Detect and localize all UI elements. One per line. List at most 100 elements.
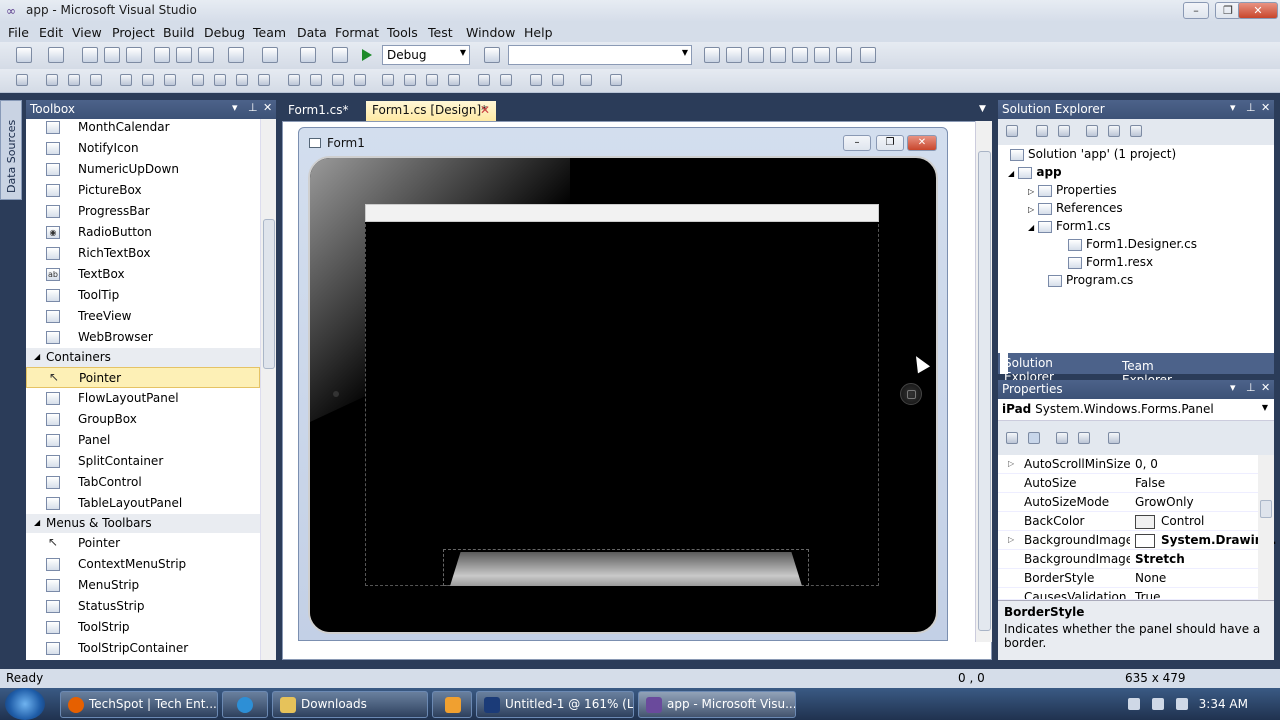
tree-node-form1-resx[interactable]: Form1.resx (1068, 255, 1153, 269)
tab-order-icon[interactable] (580, 74, 592, 86)
save-all-icon[interactable] (126, 47, 142, 63)
view-designer-icon[interactable] (1108, 125, 1120, 137)
property-row[interactable]: BorderStyle None (998, 569, 1274, 588)
toolbox-item[interactable]: ◉ RadioButton (26, 222, 260, 243)
toolbox-item[interactable]: WebBrowser (26, 327, 260, 348)
bring-to-front-icon[interactable] (530, 74, 542, 86)
redo-icon[interactable] (262, 47, 278, 63)
make-same-width-icon[interactable] (192, 74, 204, 86)
new-project-icon[interactable] (16, 47, 32, 63)
align-to-grid-icon[interactable] (16, 74, 28, 86)
navigate-forward-icon[interactable] (332, 47, 348, 63)
start-debugging-icon[interactable] (362, 49, 372, 61)
form-close-button[interactable]: ✕ (907, 135, 937, 151)
menu-tools[interactable]: Tools (387, 25, 418, 40)
vertical-spacing-equal-icon[interactable] (382, 74, 394, 86)
horizontal-spacing-equal-icon[interactable] (288, 74, 300, 86)
close-tab-icon[interactable]: ✕ (480, 103, 490, 117)
toolbox-item[interactable]: TabControl (26, 472, 260, 493)
toolbox-category-containers[interactable]: ◢ Containers (26, 348, 260, 367)
horizontal-spacing-remove-icon[interactable] (354, 74, 366, 86)
toolbox-item[interactable]: ToolStrip (26, 617, 260, 638)
menu-project[interactable]: Project (112, 25, 155, 40)
minimize-button[interactable]: – (1183, 2, 1209, 19)
vertical-spacing-remove-icon[interactable] (448, 74, 460, 86)
toolbox-item[interactable]: PictureBox (26, 180, 260, 201)
align-tops-icon[interactable] (120, 74, 132, 86)
properties-icon[interactable] (1006, 125, 1018, 137)
toolbox-item[interactable]: ↖ Pointer (26, 533, 260, 554)
undo-icon[interactable] (228, 47, 244, 63)
close-button[interactable]: ✕ (1238, 2, 1278, 19)
command-window-icon[interactable] (860, 47, 876, 63)
taskbar-photoshop[interactable]: Untitled-1 @ 161% (L... (476, 691, 634, 718)
object-browser-icon[interactable] (748, 47, 764, 63)
close-icon[interactable]: ✕ (263, 101, 272, 114)
navigate-back-icon[interactable] (300, 47, 316, 63)
toolbox-scrollbar[interactable] (260, 119, 276, 660)
find-in-files-icon[interactable] (484, 47, 500, 63)
taskbar-media-player[interactable] (432, 691, 472, 718)
menu-view[interactable]: View (72, 25, 102, 40)
find-combo[interactable]: ▼ (508, 45, 692, 65)
tree-project-app[interactable]: ◢ app (1008, 165, 1062, 179)
auto-hide-pin-icon[interactable]: ⊥ (1246, 101, 1256, 114)
window-position-icon[interactable]: ▾ (1230, 101, 1236, 114)
menu-file[interactable]: File (8, 25, 29, 40)
start-button-icon[interactable] (5, 688, 45, 720)
menu-help[interactable]: Help (524, 25, 553, 40)
scrollbar-thumb[interactable] (1260, 500, 1272, 518)
make-same-height-icon[interactable] (236, 74, 248, 86)
align-lefts-icon[interactable] (46, 74, 58, 86)
property-row[interactable]: AutoSizeMode GrowOnly (998, 493, 1274, 512)
menu-test[interactable]: Test (428, 25, 453, 40)
properties-scrollbar[interactable] (1258, 455, 1274, 600)
menu-format[interactable]: Format (335, 25, 379, 40)
center-horizontally-icon[interactable] (478, 74, 490, 86)
menu-debug[interactable]: Debug (204, 25, 245, 40)
taskbar-ie[interactable] (222, 691, 268, 718)
vertical-spacing-increase-icon[interactable] (404, 74, 416, 86)
align-bottoms-icon[interactable] (164, 74, 176, 86)
network-icon[interactable] (1128, 698, 1140, 710)
window-position-icon[interactable]: ▾ (232, 101, 238, 114)
center-vertically-icon[interactable] (500, 74, 512, 86)
alphabetical-icon[interactable] (1028, 432, 1040, 444)
align-middles-icon[interactable] (142, 74, 154, 86)
toolbox-item[interactable]: ab TextBox (26, 264, 260, 285)
form-maximize-button[interactable]: ❐ (876, 135, 904, 151)
toolbox-item[interactable]: TableLayoutPanel (26, 493, 260, 514)
property-row[interactable]: CausesValidation True (998, 588, 1274, 600)
properties-window-icon[interactable] (726, 47, 742, 63)
scrollbar-thumb[interactable] (978, 151, 991, 631)
tab-solution-explorer[interactable]: Solution Explorer (1000, 353, 1054, 384)
property-object-select[interactable]: iPad System.Windows.Forms.Panel ▼ (998, 399, 1274, 421)
menu-data[interactable]: Data (297, 25, 327, 40)
view-class-diagram-icon[interactable] (1130, 125, 1142, 137)
property-row[interactable]: BackColor Control (998, 512, 1274, 531)
taskbar-visual-studio[interactable]: app - Microsoft Visu... (638, 691, 796, 718)
toolbox-item[interactable]: RichTextBox (26, 243, 260, 264)
refresh-icon[interactable] (1058, 125, 1070, 137)
form-minimize-button[interactable]: – (843, 135, 871, 151)
tree-node-references[interactable]: ▷ References (1028, 201, 1123, 215)
close-icon[interactable]: ✕ (1261, 101, 1270, 114)
data-sources-side-tab[interactable]: Data Sources (0, 100, 22, 200)
open-icon[interactable] (82, 47, 98, 63)
tree-solution-root[interactable]: Solution 'app' (1 project) (1010, 147, 1176, 161)
ipad-screen-panel[interactable] (365, 204, 879, 586)
ipad-dock-panel[interactable] (443, 549, 809, 586)
toolbox-item[interactable]: MenuStrip (26, 575, 260, 596)
toolbox-item[interactable]: FlowLayoutPanel (26, 388, 260, 409)
tab-form1-cs[interactable]: Form1.cs* (282, 101, 355, 121)
volume-icon[interactable] (1152, 698, 1164, 710)
property-row[interactable]: BackgroundImageLaStretch (998, 550, 1274, 569)
events-lightning-icon[interactable] (1078, 432, 1090, 444)
tab-overflow-icon[interactable]: ▼ (979, 104, 986, 114)
property-row[interactable]: AutoSize False (998, 474, 1274, 493)
toolbox-item[interactable]: ProgressBar (26, 201, 260, 222)
extension-manager-icon[interactable] (814, 47, 830, 63)
size-to-grid-icon[interactable] (214, 74, 226, 86)
toolbox-item[interactable]: TreeView (26, 306, 260, 327)
tree-node-form1[interactable]: ◢ Form1.cs (1028, 219, 1111, 233)
